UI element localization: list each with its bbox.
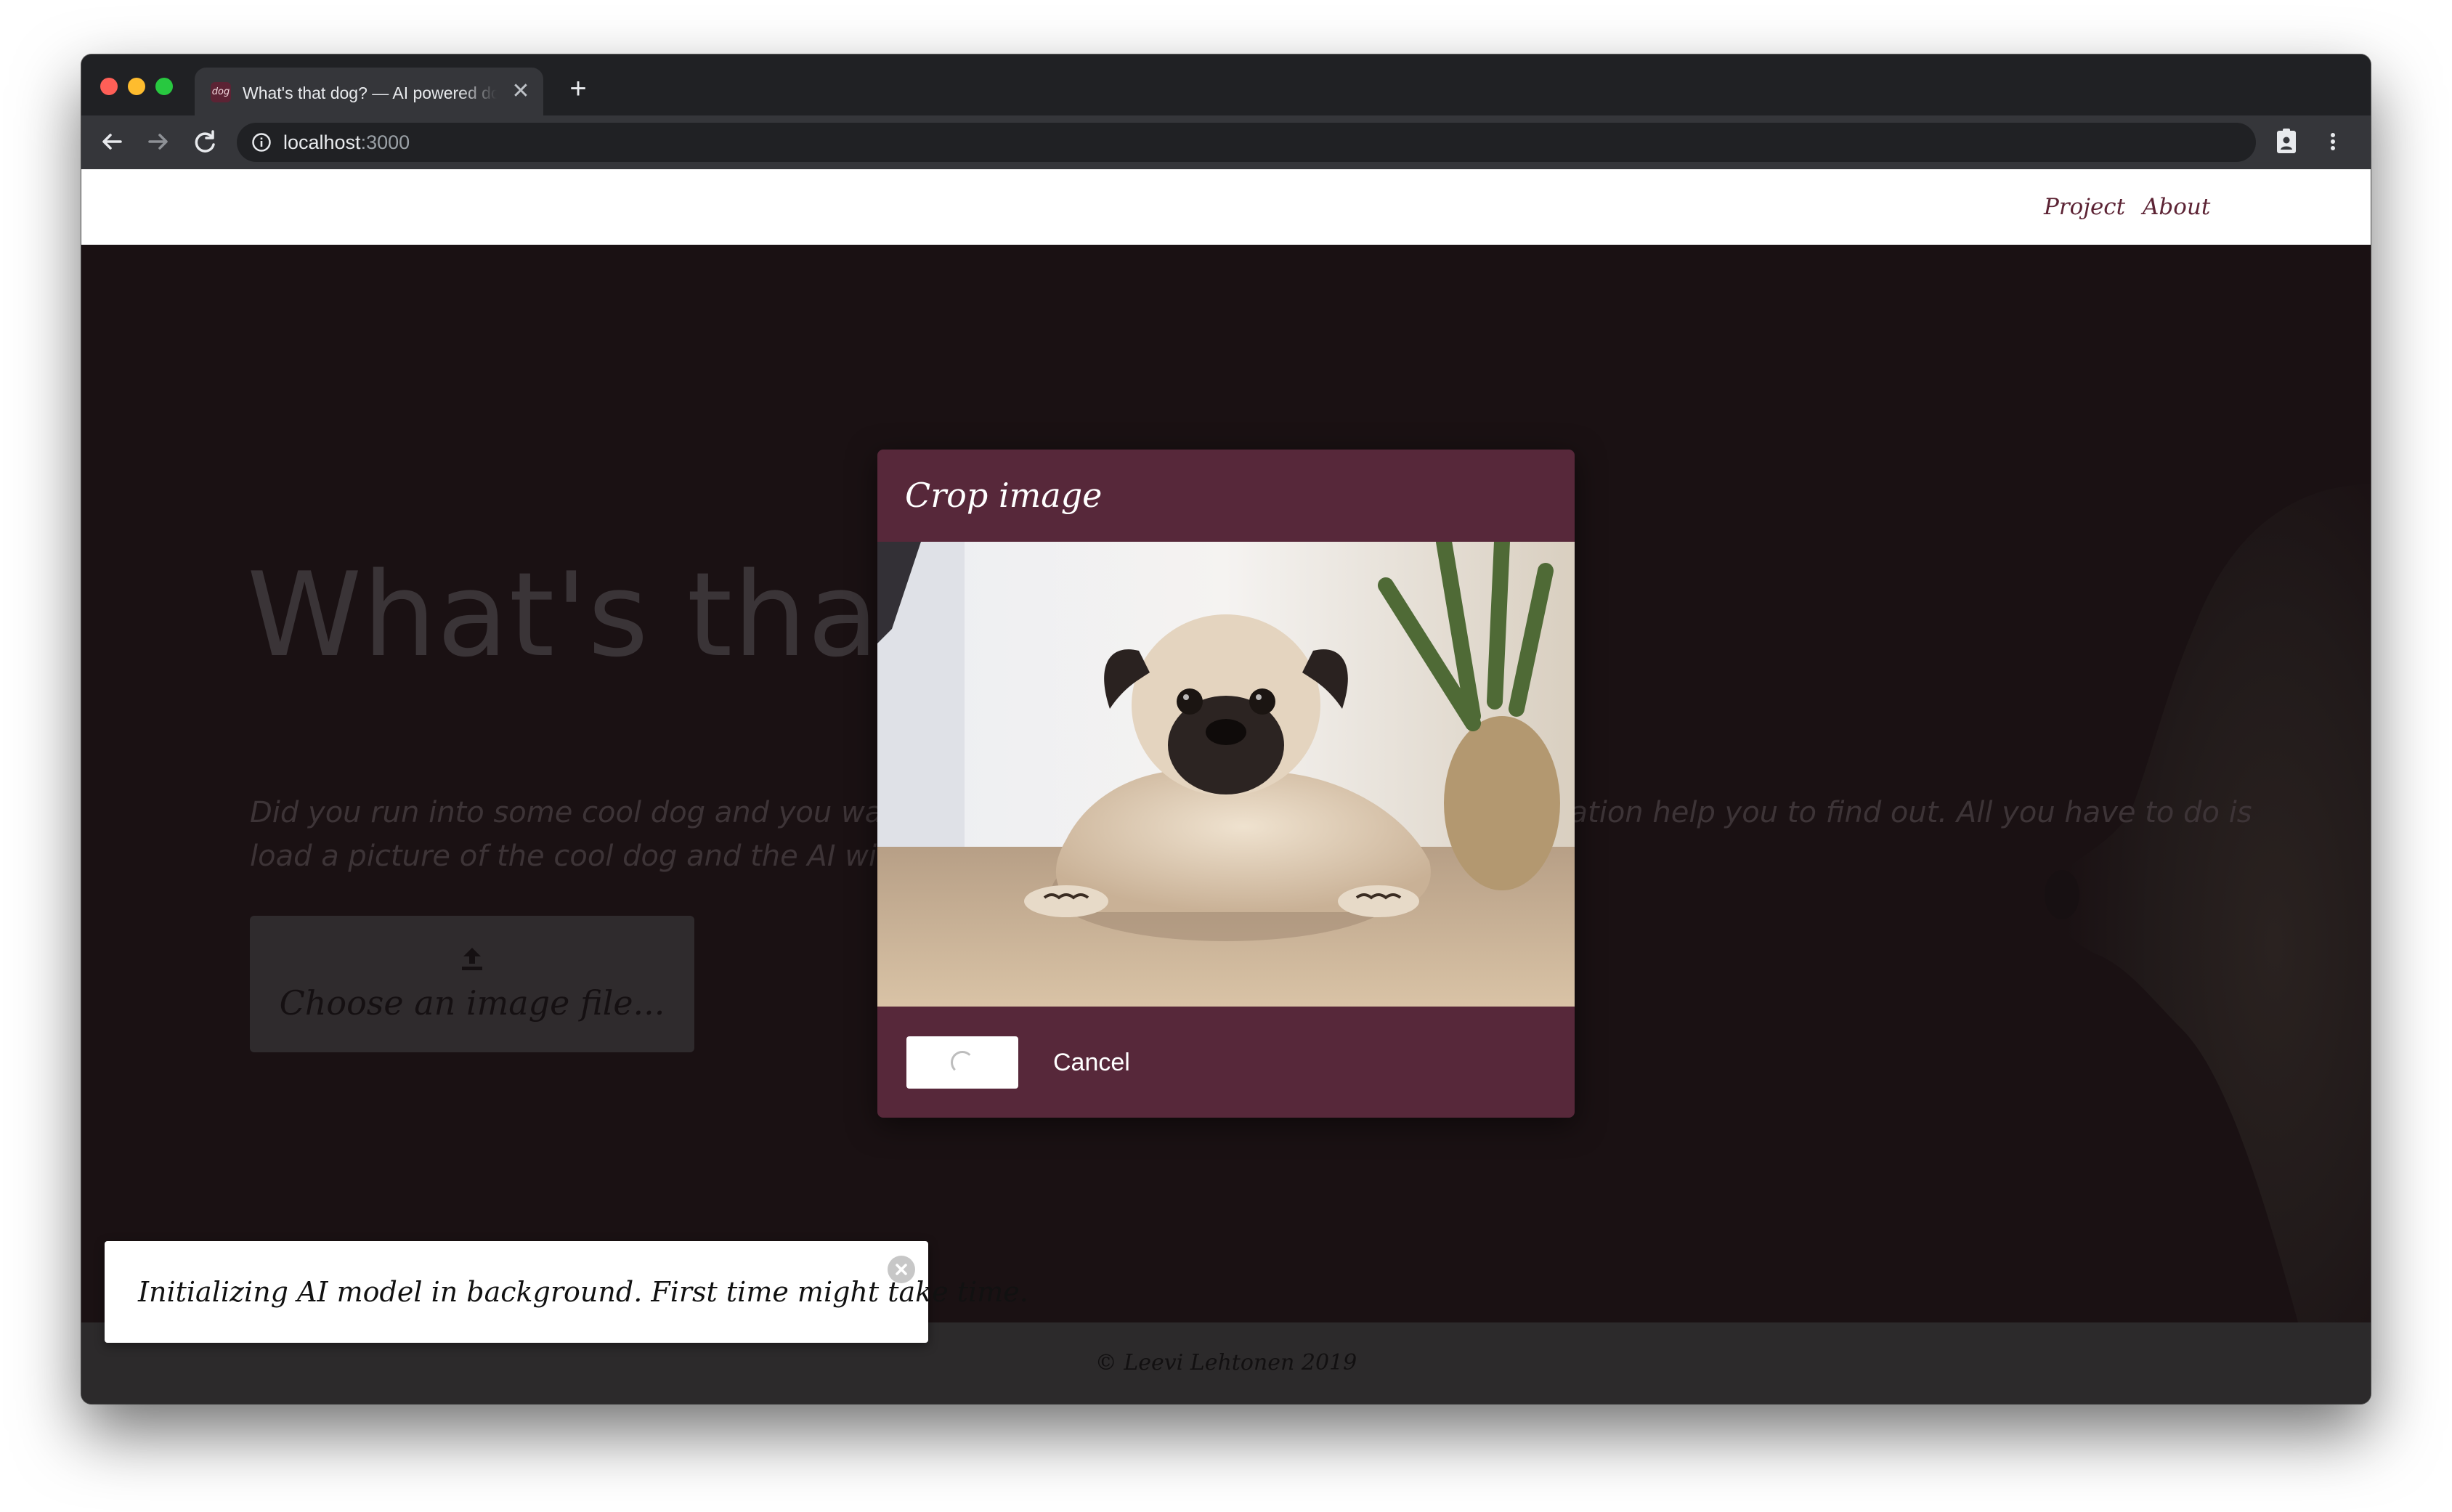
close-circle-icon[interactable] [888, 1256, 915, 1283]
reload-icon[interactable] [189, 126, 221, 158]
address-bar[interactable]: localhost:3000 [237, 123, 2256, 162]
web-page: Project About What's that dog? Did you r… [81, 169, 2371, 1404]
tab-strip: dog What's that dog? — AI powered dog br… [81, 54, 2371, 115]
browser-window: dog What's that dog? — AI powered dog br… [81, 54, 2371, 1404]
notification-toast: Initializing AI model in background. Fir… [105, 1241, 1028, 1343]
close-window-button[interactable] [100, 78, 118, 95]
back-arrow-icon[interactable] [96, 126, 128, 158]
loading-spinner-icon [951, 1051, 974, 1074]
zoom-window-button[interactable] [155, 78, 173, 95]
crop-image-modal: Crop image Cancel [877, 450, 1575, 1118]
new-tab-button[interactable]: + [564, 74, 593, 104]
minimize-window-button[interactable] [128, 78, 145, 95]
upload-icon [452, 945, 492, 974]
url-host: localhost [283, 131, 361, 153]
choose-image-button[interactable]: Choose an image file... [250, 916, 694, 1052]
modal-title: Crop image [905, 476, 1103, 515]
favicon-icon: dog [211, 82, 231, 102]
dog-background-image [2045, 484, 2371, 1322]
browser-tab-active[interactable]: dog What's that dog? — AI powered dog br… [195, 68, 543, 115]
profile-icon[interactable] [2272, 127, 2301, 156]
footer-copyright: © Leevi Lehtonen 2019 [1095, 1350, 1357, 1375]
choose-image-label: Choose an image file... [279, 983, 665, 1023]
crop-confirm-button[interactable] [906, 1036, 1018, 1089]
forward-arrow-icon[interactable] [142, 126, 174, 158]
cancel-button[interactable]: Cancel [1036, 1036, 1152, 1089]
browser-toolbar: localhost:3000 [81, 115, 2371, 169]
nav-link-project[interactable]: Project [2044, 191, 2125, 223]
url-text: localhost:3000 [283, 131, 410, 153]
more-vertical-icon[interactable] [2326, 127, 2340, 156]
site-navbar: Project About [81, 169, 2371, 245]
url-port: :3000 [360, 131, 410, 153]
info-icon[interactable] [251, 132, 272, 153]
tab-title: What's that dog? — AI powered dog breed … [243, 84, 497, 102]
crop-image-preview[interactable] [877, 542, 1575, 1007]
tab-close-icon[interactable]: ✕ [510, 81, 532, 102]
nav-link-about[interactable]: About [2143, 191, 2210, 223]
